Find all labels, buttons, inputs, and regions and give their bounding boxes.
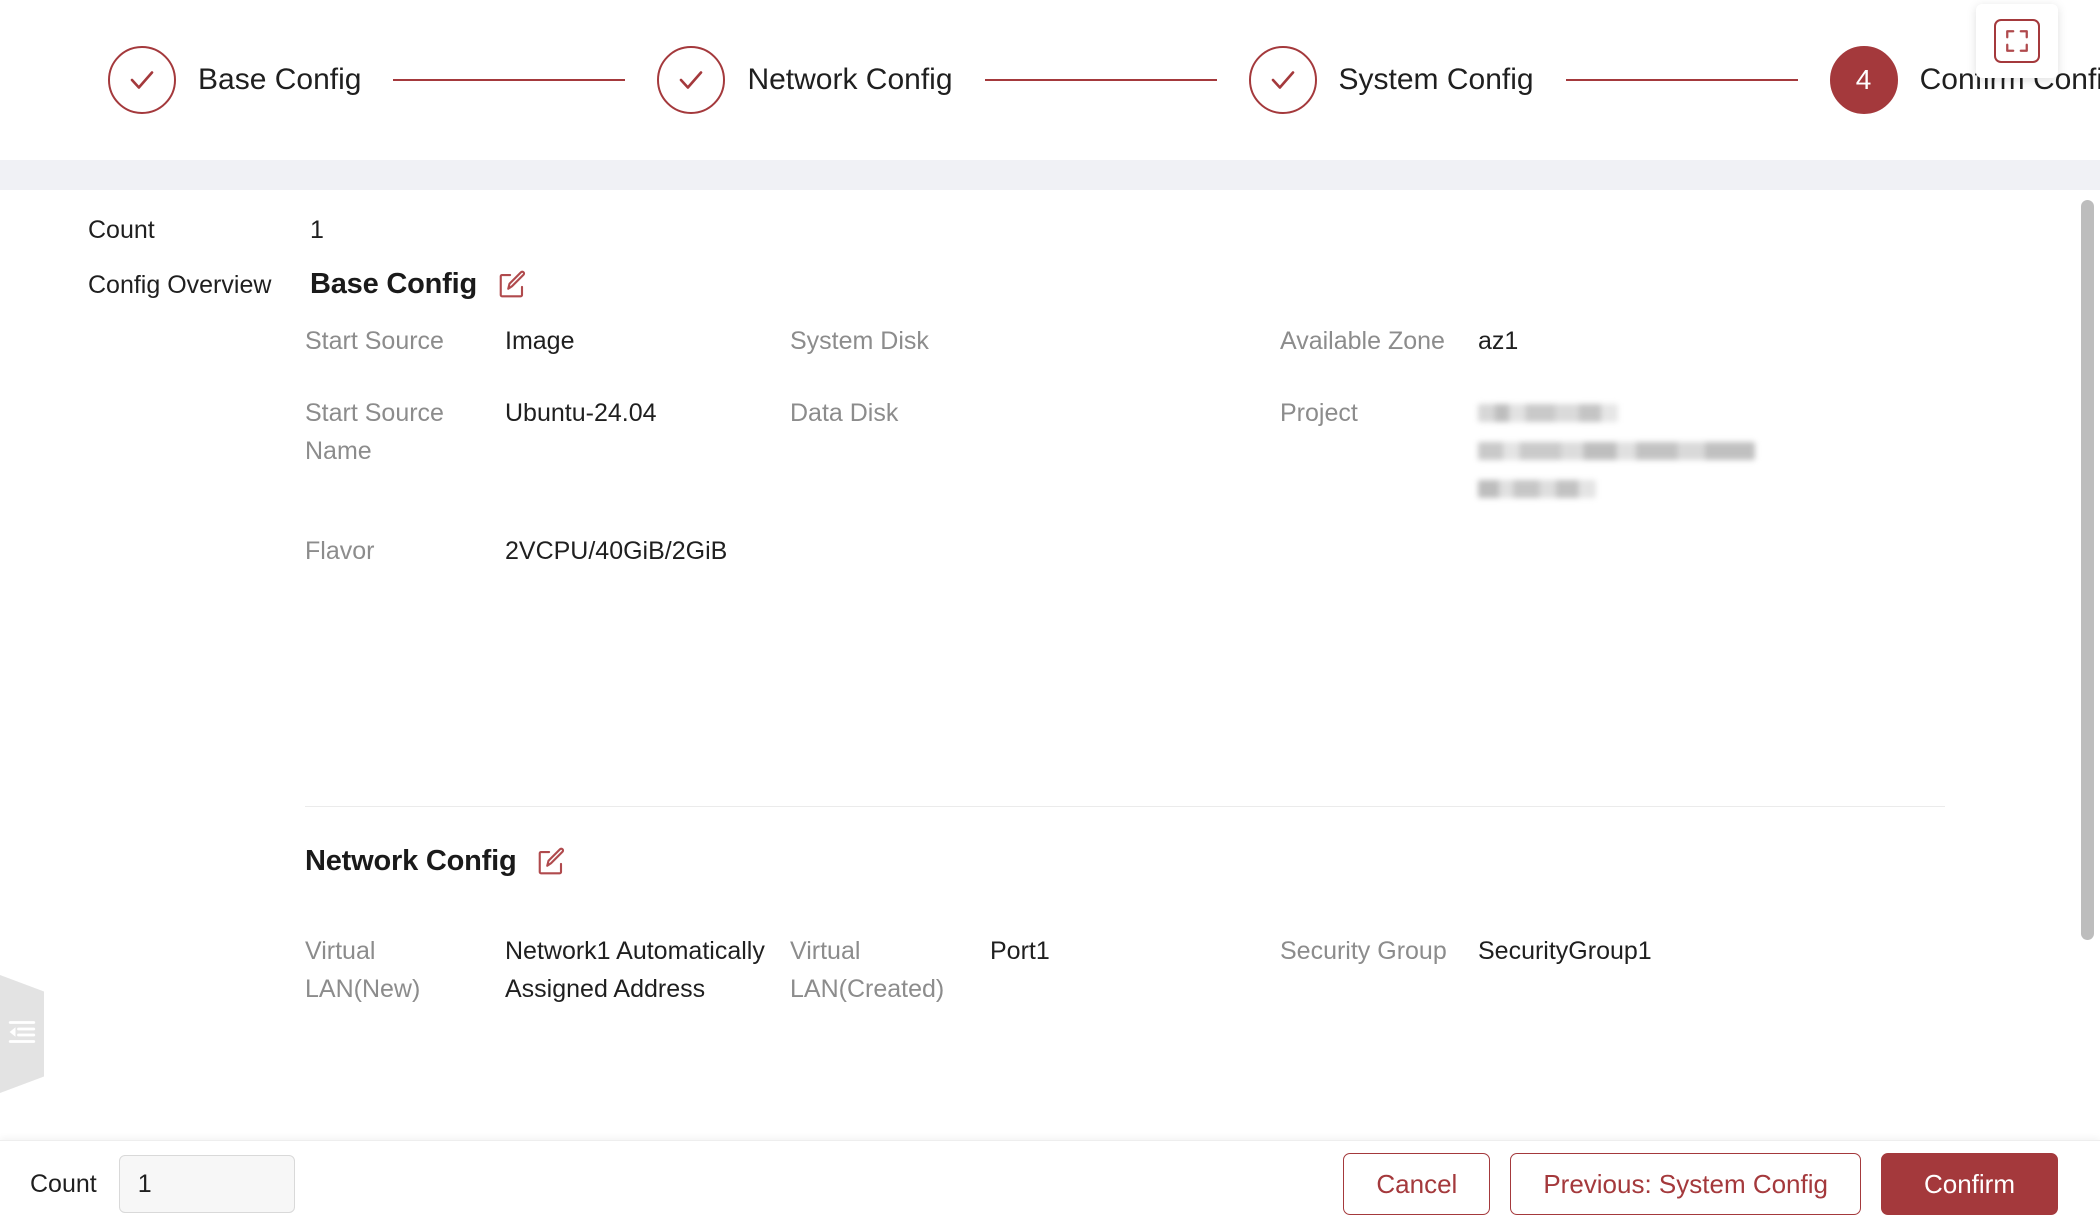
field-label: Flavor: [305, 537, 375, 565]
header-separator-band: [0, 160, 2100, 190]
section-title: Base Config: [310, 268, 477, 300]
stepper-step-system-config[interactable]: System Config: [1248, 46, 1534, 114]
field-label-empty: [1280, 532, 1478, 604]
edit-icon[interactable]: [536, 847, 566, 877]
field-value: SecurityGroup1: [1478, 937, 1652, 965]
stepper-step-confirm-config[interactable]: 4 Confirm Config: [1829, 46, 2100, 114]
cancel-button[interactable]: Cancel: [1343, 1153, 1491, 1215]
fullscreen-icon: [1994, 19, 2040, 63]
field-value-redacted: [1478, 394, 1898, 532]
field-value-empty: [990, 532, 1280, 604]
field-value: Image: [505, 327, 575, 355]
field-label: System Disk: [790, 327, 929, 355]
field-label: Security Group: [1280, 937, 1447, 965]
step-marker-check-3: [1248, 46, 1317, 114]
field-label: Virtual LAN(New): [305, 937, 421, 1003]
stepper-connector-1: [393, 79, 626, 81]
sidebar-collapse-handle[interactable]: [0, 975, 44, 1093]
config-overview-row: Config Overview Base Config: [88, 268, 527, 302]
step-marker-check-1: [108, 46, 176, 114]
field-value: [990, 322, 1280, 394]
field-value: az1: [1478, 327, 1519, 355]
network-config-fields: Virtual LAN(New) Network1 Automatically …: [305, 932, 1945, 1042]
field-label: Available Zone: [1280, 327, 1445, 355]
stepper-step-label: System Config: [1338, 63, 1534, 96]
section-divider: [305, 806, 1945, 807]
count-summary-label: Count: [88, 216, 155, 244]
field-value: Ubuntu-24.04: [505, 399, 657, 427]
field-label: Virtual LAN(Created): [790, 937, 945, 1003]
count-summary-value: 1: [310, 216, 324, 244]
step-marker-check-2: [657, 46, 726, 114]
previous-step-button[interactable]: Previous: System Config: [1510, 1153, 1861, 1215]
field-value-empty: [1478, 532, 1898, 604]
section-header-base-config: Base Config: [310, 268, 527, 301]
config-overview-panel: Count 1 Config Overview Base Config Star…: [0, 190, 2100, 1140]
fullscreen-button[interactable]: [1976, 4, 2058, 78]
vertical-scrollbar-thumb[interactable]: [2081, 200, 2094, 940]
field-label-empty: [790, 532, 990, 604]
stepper-step-network-config[interactable]: Network Config: [657, 46, 953, 114]
stepper-connector-2: [984, 79, 1217, 81]
footer-count-group: Count: [0, 1155, 295, 1213]
edit-icon[interactable]: [497, 270, 527, 300]
field-label: Start Source Name: [305, 399, 444, 465]
field-value: Network1 Automatically Assigned Address: [505, 937, 765, 1003]
confirm-button[interactable]: Confirm: [1880, 1153, 2058, 1215]
field-label: Start Source: [305, 327, 444, 355]
footer-count-label: Count: [30, 1169, 97, 1198]
footer-action-bar: Count Cancel Previous: System Config Con…: [0, 1140, 2100, 1227]
field-label: Project: [1280, 399, 1358, 427]
field-value: Port1: [990, 937, 1050, 965]
section-title: Network Config: [305, 845, 517, 877]
footer-buttons: Cancel Previous: System Config Confirm: [1343, 1153, 2100, 1215]
page-root: Base Config Network Config System Config…: [0, 0, 2100, 1227]
stepper: Base Config Network Config System Config…: [0, 0, 2100, 160]
menu-fold-icon: [7, 1019, 37, 1050]
redacted-line: [1478, 480, 1596, 498]
stepper-connector-3: [1565, 79, 1798, 81]
stepper-step-label: Base Config: [198, 63, 362, 96]
redacted-line: [1478, 404, 1618, 422]
section-header-network-config: Network Config: [305, 845, 566, 878]
redacted-line: [1478, 442, 1755, 460]
base-config-fields: Start Source Image System Disk Available…: [305, 322, 1945, 604]
stepper-step-base-config[interactable]: Base Config: [108, 46, 361, 114]
stepper-step-label: Network Config: [747, 63, 953, 96]
count-summary-row: Count 1: [88, 213, 324, 247]
field-value: 2VCPU/40GiB/2GiB: [505, 537, 728, 565]
step-marker-number: 4: [1829, 46, 1898, 114]
field-label: Data Disk: [790, 399, 899, 427]
field-value: [990, 394, 1280, 532]
count-input[interactable]: [118, 1155, 295, 1213]
config-overview-label: Config Overview: [88, 271, 272, 299]
